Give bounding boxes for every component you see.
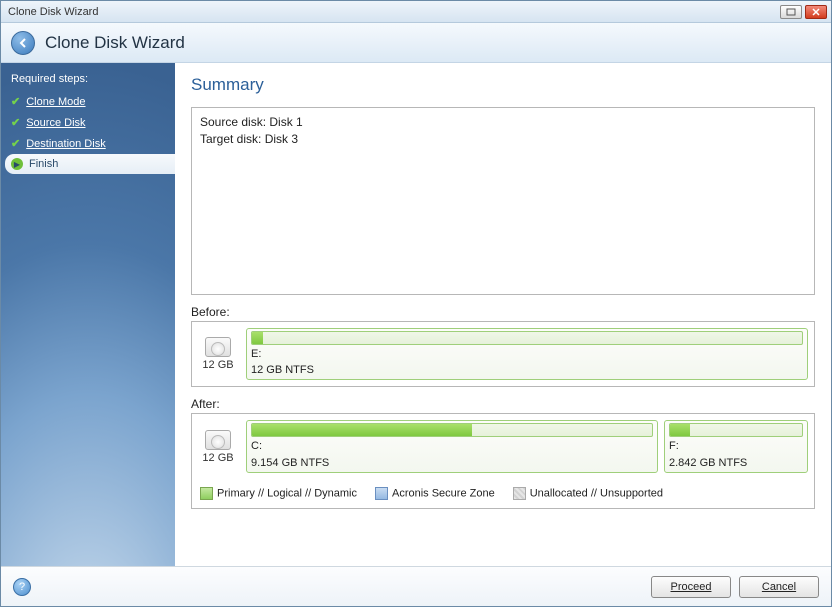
step-label[interactable]: Destination Disk — [26, 138, 105, 150]
arrow-icon: ▶ — [11, 158, 23, 170]
check-icon: ✔ — [11, 95, 20, 108]
summary-info: Source disk: Disk 1 Target disk: Disk 3 — [191, 107, 815, 295]
wizard-window: Clone Disk Wizard Clone Disk Wizard Requ… — [0, 0, 832, 607]
partition-desc: 2.842 GB NTFS — [669, 457, 803, 470]
legend: Primary // Logical // Dynamic Acronis Se… — [191, 479, 815, 509]
usage-fill — [670, 424, 690, 436]
partitions: E: 12 GB NTFS — [246, 328, 808, 380]
disk-row: 12 GB C: 9.154 GB NTFS F: 2.842 GB NTFS — [198, 420, 808, 472]
window-title: Clone Disk Wizard — [5, 6, 98, 18]
step-label[interactable]: Source Disk — [26, 117, 85, 129]
step-clone-mode[interactable]: ✔ Clone Mode — [1, 91, 175, 112]
disk-icon-col: 12 GB — [198, 420, 238, 472]
footer-buttons: Proceed Cancel — [651, 576, 819, 598]
swatch-primary — [200, 487, 213, 500]
partition-letter: E: — [251, 348, 803, 361]
usage-bar — [251, 331, 803, 345]
before-label: Before: — [191, 305, 815, 319]
step-destination-disk[interactable]: ✔ Destination Disk — [1, 133, 175, 154]
usage-fill — [252, 424, 472, 436]
partition-desc: 9.154 GB NTFS — [251, 457, 653, 470]
page-title: Summary — [191, 75, 815, 95]
close-button[interactable] — [805, 5, 827, 19]
wizard-header: Clone Disk Wizard — [1, 23, 831, 63]
source-disk-line: Source disk: Disk 1 — [200, 114, 806, 131]
disk-row: 12 GB E: 12 GB NTFS — [198, 328, 808, 380]
partition-letter: C: — [251, 440, 653, 453]
disk-size: 12 GB — [202, 359, 233, 371]
disk-icon-col: 12 GB — [198, 328, 238, 380]
legend-primary: Primary // Logical // Dynamic — [200, 487, 357, 500]
usage-bar — [251, 423, 653, 437]
partition-letter: F: — [669, 440, 803, 453]
sidebar: Required steps: ✔ Clone Mode ✔ Source Di… — [1, 63, 175, 566]
wizard-title: Clone Disk Wizard — [45, 33, 185, 53]
window-controls — [780, 5, 827, 19]
hdd-icon — [205, 337, 231, 357]
step-source-disk[interactable]: ✔ Source Disk — [1, 112, 175, 133]
step-label[interactable]: Clone Mode — [26, 96, 85, 108]
main-panel: Summary Source disk: Disk 1 Target disk:… — [175, 63, 831, 566]
restore-button[interactable] — [780, 5, 802, 19]
usage-bar — [669, 423, 803, 437]
target-disk-line: Target disk: Disk 3 — [200, 131, 806, 148]
titlebar: Clone Disk Wizard — [1, 1, 831, 23]
step-label: Finish — [29, 158, 58, 170]
after-disk-block: 12 GB C: 9.154 GB NTFS F: 2.842 GB NTFS — [191, 413, 815, 478]
partition-c[interactable]: C: 9.154 GB NTFS — [246, 420, 658, 472]
cancel-button[interactable]: Cancel — [739, 576, 819, 598]
help-button[interactable]: ? — [13, 578, 31, 596]
partition-desc: 12 GB NTFS — [251, 364, 803, 377]
partition-f[interactable]: F: 2.842 GB NTFS — [664, 420, 808, 472]
swatch-unallocated — [513, 487, 526, 500]
check-icon: ✔ — [11, 137, 20, 150]
partition-e[interactable]: E: 12 GB NTFS — [246, 328, 808, 380]
partitions: C: 9.154 GB NTFS F: 2.842 GB NTFS — [246, 420, 808, 472]
swatch-secure — [375, 487, 388, 500]
legend-unallocated: Unallocated // Unsupported — [513, 487, 663, 500]
body: Required steps: ✔ Clone Mode ✔ Source Di… — [1, 63, 831, 566]
after-label: After: — [191, 397, 815, 411]
sidebar-heading: Required steps: — [1, 69, 175, 91]
usage-fill — [252, 332, 263, 344]
before-disk-block: 12 GB E: 12 GB NTFS — [191, 321, 815, 387]
back-button[interactable] — [11, 31, 35, 55]
legend-secure: Acronis Secure Zone — [375, 487, 495, 500]
proceed-button[interactable]: Proceed — [651, 576, 731, 598]
step-finish[interactable]: ▶ Finish — [5, 154, 175, 174]
hdd-icon — [205, 430, 231, 450]
disk-size: 12 GB — [202, 452, 233, 464]
footer: ? Proceed Cancel — [1, 566, 831, 606]
check-icon: ✔ — [11, 116, 20, 129]
